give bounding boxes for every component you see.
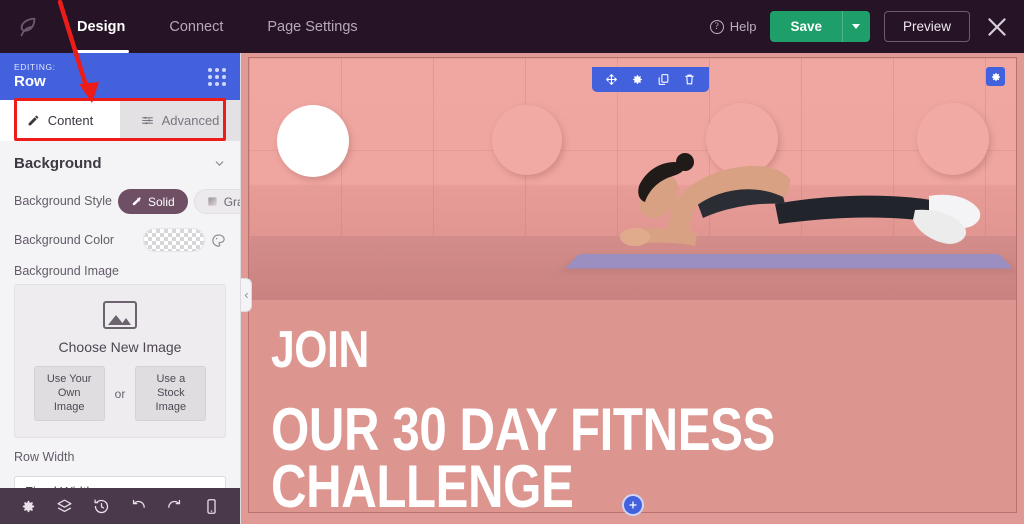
help-button[interactable]: ? Help xyxy=(709,19,757,34)
sliders-icon xyxy=(141,116,153,125)
hero-headline-line1: JOIN xyxy=(271,321,369,379)
chevron-down-icon xyxy=(852,24,861,29)
chevron-down-icon xyxy=(215,160,224,166)
background-image-picker[interactable]: Choose New Image Use Your Own Image or U… xyxy=(14,284,226,439)
page-canvas[interactable]: JOIN OUR 30 DAY FITNESS CHALLENGE xyxy=(241,53,1024,524)
app-logo[interactable] xyxy=(0,0,55,53)
background-style-solid-button[interactable]: Solid xyxy=(118,189,188,214)
nav-item-connect-label: Connect xyxy=(169,18,224,35)
save-button-group: Save xyxy=(770,11,870,42)
preview-button[interactable]: Preview xyxy=(883,11,970,42)
dot-grid-handle-icon[interactable] xyxy=(208,67,226,86)
layers-icon[interactable] xyxy=(56,498,73,515)
hero-row[interactable]: JOIN OUR 30 DAY FITNESS CHALLENGE xyxy=(248,57,1017,513)
plus-circle-icon xyxy=(628,501,637,509)
undo-icon[interactable] xyxy=(130,498,147,515)
background-image-label: Background Image xyxy=(14,264,119,278)
nav-item-page-settings[interactable]: Page Settings xyxy=(245,0,379,53)
chevron-left-icon xyxy=(244,292,248,298)
row-width-label: Row Width xyxy=(14,450,75,465)
choose-new-image-label: Choose New Image xyxy=(58,339,182,355)
background-style-gradient-label: Gradient xyxy=(223,194,240,209)
clock-history-icon[interactable] xyxy=(93,498,110,515)
tab-content[interactable]: Content xyxy=(0,100,120,141)
mobile-icon[interactable] xyxy=(203,498,220,515)
hero-headline-line2: OUR 30 DAY FITNESS CHALLENGE xyxy=(271,396,775,512)
wall-disc-pink-1 xyxy=(492,105,562,175)
sidebar-collapse-button[interactable] xyxy=(241,278,252,312)
background-style-gradient-button[interactable]: Gradient xyxy=(193,189,240,214)
close-button[interactable] xyxy=(984,14,1010,40)
gear-icon[interactable] xyxy=(20,498,37,515)
panel-body: Background Background Style Solid Gr Bac… xyxy=(0,141,240,488)
nav-item-connect[interactable]: Connect xyxy=(147,0,245,53)
tab-advanced[interactable]: Advanced xyxy=(120,100,240,141)
editing-label: EDITING: xyxy=(14,61,56,72)
settings-sidebar: EDITING: Row Content Advanced Background… xyxy=(0,53,241,524)
section-background[interactable]: Background xyxy=(0,141,240,185)
pencil-icon xyxy=(28,115,39,126)
row-width-select[interactable]: Fixed Width xyxy=(14,476,226,488)
section-background-title: Background xyxy=(14,154,102,172)
background-color-label: Background Color xyxy=(14,232,115,247)
nav-item-page-settings-label: Page Settings xyxy=(267,18,358,35)
leaf-logo-icon xyxy=(20,17,35,36)
background-color-swatch[interactable] xyxy=(143,228,205,252)
gear-icon[interactable] xyxy=(631,73,644,86)
tab-content-label: Content xyxy=(47,113,94,128)
main-nav: Design Connect Page Settings xyxy=(55,0,380,53)
background-style-solid-label: Solid xyxy=(148,194,175,209)
wall-disc-white xyxy=(277,105,349,177)
move-arrows-icon[interactable] xyxy=(605,73,618,86)
row-settings-corner-button[interactable] xyxy=(986,67,1005,86)
save-dropdown-button[interactable] xyxy=(841,11,870,42)
nav-item-design-label: Design xyxy=(77,18,126,35)
background-style-label: Background Style xyxy=(14,194,112,209)
use-stock-image-button[interactable]: Use a Stock Image xyxy=(135,366,207,422)
or-separator-label: or xyxy=(114,386,126,401)
image-placeholder-icon xyxy=(103,301,137,329)
top-bar: Design Connect Page Settings ? Help Save… xyxy=(0,0,1024,53)
trash-icon[interactable] xyxy=(683,73,696,86)
hero-headline[interactable]: JOIN OUR 30 DAY FITNESS CHALLENGE xyxy=(271,321,1016,512)
close-x-icon xyxy=(988,17,1006,36)
editing-target: Row xyxy=(14,72,46,90)
question-circle-icon: ? xyxy=(709,19,724,34)
panel-header: EDITING: Row xyxy=(0,53,240,100)
use-your-own-image-button[interactable]: Use Your Own Image xyxy=(33,366,105,422)
add-row-button[interactable] xyxy=(621,494,644,516)
tab-advanced-label: Advanced xyxy=(161,113,220,128)
palette-icon[interactable] xyxy=(211,233,226,248)
eyedropper-icon xyxy=(132,197,141,206)
help-label: Help xyxy=(729,19,757,34)
gear-icon xyxy=(991,72,1000,81)
row-toolbar xyxy=(592,67,709,92)
top-bar-actions: ? Help Save Preview xyxy=(709,0,1024,53)
hero-background-image xyxy=(249,58,1016,300)
redo-icon[interactable] xyxy=(166,498,183,515)
nav-item-design[interactable]: Design xyxy=(55,0,147,53)
sidebar-bottom-toolbar xyxy=(0,488,240,524)
gradient-icon xyxy=(208,197,217,206)
field-background-style: Background Style Solid Gradient xyxy=(0,185,240,224)
field-background-color: Background Color xyxy=(0,224,240,262)
save-button[interactable]: Save xyxy=(770,11,842,42)
panel-tabs: Content Advanced xyxy=(0,100,240,141)
plank-athlete-photo xyxy=(620,153,981,246)
copy-icon[interactable] xyxy=(657,73,670,86)
